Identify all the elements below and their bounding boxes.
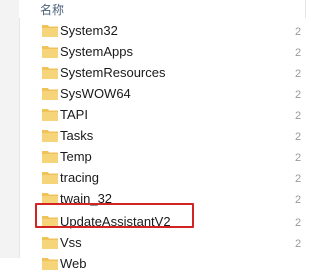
next-column-glyph: 2 bbox=[295, 68, 302, 80]
folder-name: Tasks bbox=[60, 128, 94, 143]
next-column-glyph: 2 bbox=[295, 238, 302, 250]
folder-name: Vss bbox=[60, 235, 82, 250]
list-item[interactable]: tracing bbox=[19, 167, 303, 188]
next-column-glyph: 2 bbox=[295, 131, 302, 143]
folder-icon bbox=[42, 109, 58, 121]
next-column-glyph: 2 bbox=[295, 47, 302, 59]
next-column-clipped: 2 2 2 2 2 2 2 2 2 2 2 bbox=[295, 18, 303, 258]
next-column-glyph: 2 bbox=[295, 217, 302, 229]
name-column-header[interactable]: 名称 bbox=[40, 1, 64, 18]
folder-name: System32 bbox=[60, 23, 118, 38]
folder-icon bbox=[42, 130, 58, 142]
folder-icon bbox=[42, 172, 58, 184]
next-column-glyph: 2 bbox=[295, 26, 302, 38]
navigation-pane-edge bbox=[0, 0, 20, 258]
column-header: 名称 bbox=[19, 0, 306, 18]
folder-name: SystemResources bbox=[60, 65, 166, 80]
next-column-glyph: 2 bbox=[295, 110, 302, 122]
folder-name: SystemApps bbox=[60, 44, 133, 59]
folder-name: Temp bbox=[60, 149, 92, 164]
list-item[interactable]: SystemResources bbox=[19, 62, 303, 83]
list-item[interactable]: Vss bbox=[19, 232, 303, 253]
list-item[interactable]: TAPI bbox=[19, 104, 303, 125]
folder-icon bbox=[42, 88, 58, 100]
folder-icon bbox=[42, 25, 58, 37]
folder-name: tracing bbox=[60, 170, 100, 185]
next-column-glyph: 2 bbox=[295, 194, 302, 206]
folder-name: SysWOW64 bbox=[60, 86, 131, 101]
list-item[interactable]: System32 bbox=[19, 20, 303, 41]
list-item[interactable]: SystemApps bbox=[19, 41, 303, 62]
next-column-glyph: 2 bbox=[295, 173, 302, 185]
list-item[interactable]: SysWOW64 bbox=[19, 83, 303, 104]
column-divider[interactable] bbox=[305, 0, 306, 18]
folder-icon bbox=[42, 151, 58, 163]
folder-icon bbox=[42, 258, 58, 270]
highlight-box bbox=[35, 203, 194, 228]
folder-icon bbox=[42, 237, 58, 249]
folder-icon bbox=[42, 46, 58, 58]
list-item[interactable]: Tasks bbox=[19, 125, 303, 146]
next-column-glyph: 2 bbox=[295, 152, 302, 164]
list-item[interactable]: Web bbox=[19, 253, 303, 274]
next-column-glyph: 2 bbox=[295, 89, 302, 101]
list-item[interactable]: Temp bbox=[19, 146, 303, 167]
folder-icon bbox=[42, 67, 58, 79]
folder-name: Web bbox=[60, 256, 87, 271]
folder-name: TAPI bbox=[60, 107, 88, 122]
